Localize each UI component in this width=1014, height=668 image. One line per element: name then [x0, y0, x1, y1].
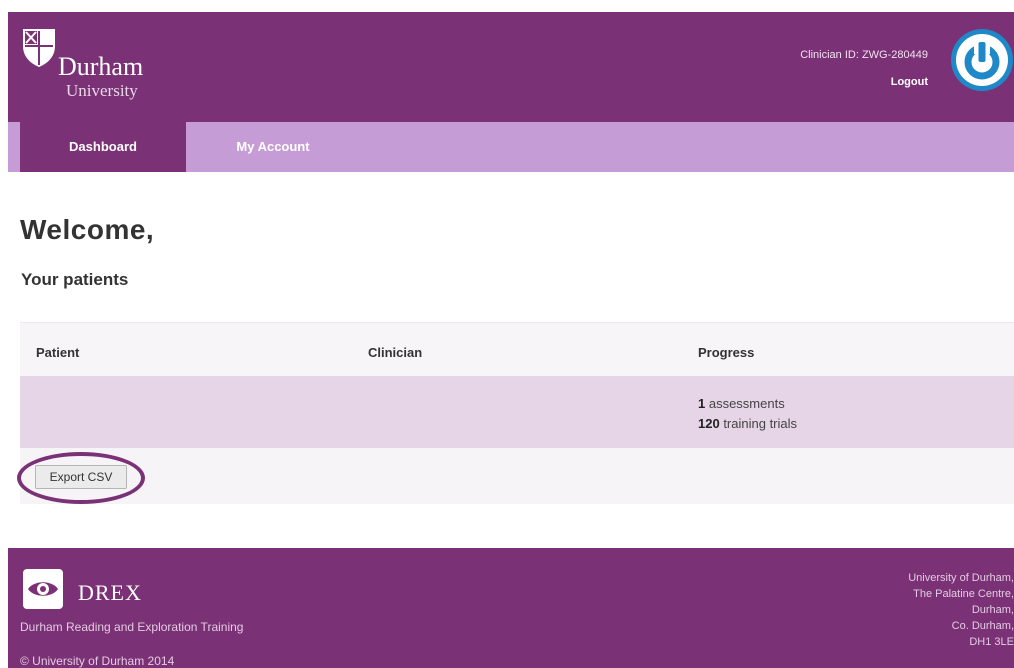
export-csv-button[interactable]: Export CSV: [35, 465, 127, 489]
trials-count: 120: [698, 416, 720, 431]
durham-university-logo[interactable]: Durham University: [22, 26, 182, 106]
column-header-clinician: Clinician: [368, 345, 423, 360]
site-header: Durham University Clinician ID: ZWG-2804…: [8, 12, 1014, 122]
power-icon[interactable]: [950, 28, 1014, 92]
tab-my-account[interactable]: My Account: [198, 122, 348, 172]
column-header-patient: Patient: [36, 345, 80, 360]
address-line: Durham,: [971, 604, 1014, 616]
clinician-id: Clinician ID: ZWG-280449: [800, 49, 928, 61]
table-row[interactable]: 1 assessments 120 training trials: [20, 376, 1014, 448]
address-block: University of Durham, The Palatine Centr…: [908, 570, 1014, 650]
column-header-progress: Progress: [698, 345, 755, 360]
address-line: Co. Durham,: [951, 620, 1014, 632]
drex-tagline: Durham Reading and Exploration Training: [20, 620, 244, 634]
page-title: Welcome,: [20, 214, 155, 245]
main-nav: Dashboard My Account: [8, 122, 1014, 172]
brand-subtitle: University: [66, 81, 138, 100]
address-line: University of Durham,: [908, 572, 1014, 584]
trials-label: training trials: [719, 416, 798, 431]
address-line: DH1 3LE: [969, 636, 1014, 648]
eye-icon: [23, 569, 63, 609]
assessments-label: assessments: [705, 396, 785, 411]
tab-dashboard[interactable]: Dashboard: [20, 122, 186, 172]
drex-app-name: DREX: [78, 580, 142, 605]
section-title: Your patients: [21, 270, 129, 289]
brand-name: Durham: [58, 52, 144, 81]
address-line: The Palatine Centre,: [913, 588, 1014, 600]
progress-assessments: 1 assessments: [698, 396, 785, 411]
patients-table: Patient Clinician Progress 1 assessments…: [20, 322, 1014, 504]
copyright: © University of Durham 2014: [20, 654, 175, 668]
logout-link[interactable]: Logout: [891, 76, 928, 88]
table-header: Patient Clinician Progress: [20, 322, 1014, 377]
site-footer: DREX Durham Reading and Exploration Trai…: [8, 548, 1014, 668]
progress-trials: 120 training trials: [698, 416, 797, 431]
shield-icon: [23, 29, 55, 67]
